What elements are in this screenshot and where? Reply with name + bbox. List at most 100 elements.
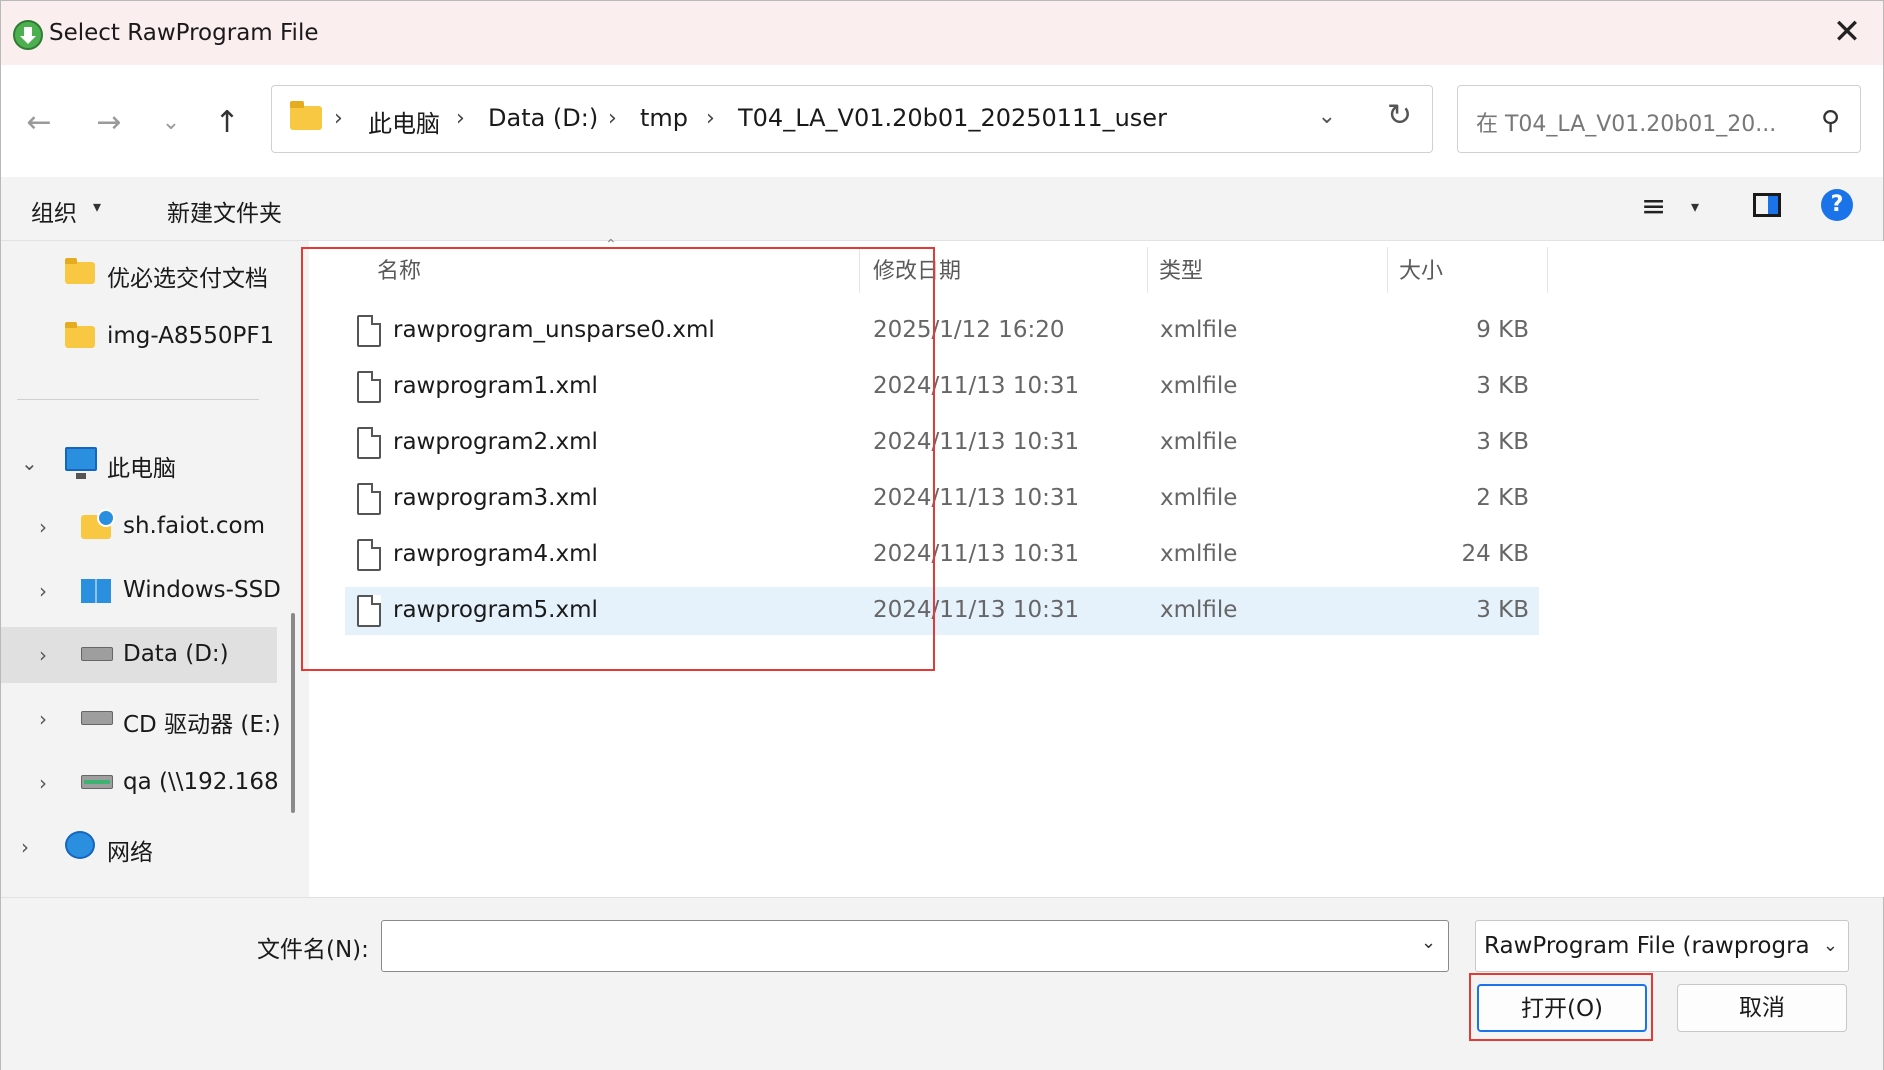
file-row-selected[interactable]: rawprogram5.xml 2024/11/13 10:31 xmlfile…: [345, 587, 1539, 635]
sidebar-item-label: CD 驱动器 (E:): [123, 712, 281, 738]
organize-menu[interactable]: 组织: [31, 194, 77, 228]
column-divider[interactable]: [859, 247, 860, 293]
column-divider[interactable]: [1547, 247, 1548, 293]
file-date: 2024/11/13 10:31: [873, 429, 1080, 455]
file-date: 2024/11/13 10:31: [873, 485, 1080, 511]
file-icon: [357, 371, 381, 403]
toolbar: 组织 ▾ 新建文件夹 ≡ ▾ ?: [1, 177, 1883, 241]
preview-pane-icon[interactable]: [1753, 193, 1781, 217]
sidebar-item-cd-drive[interactable]: › CD 驱动器 (E:): [1, 691, 281, 747]
drive-icon: [81, 647, 113, 661]
file-date: 2025/1/12 16:20: [873, 317, 1065, 343]
column-divider[interactable]: [1147, 247, 1148, 293]
column-header-date[interactable]: 修改日期: [873, 253, 961, 285]
help-icon[interactable]: ?: [1821, 189, 1853, 221]
chevron-down-icon[interactable]: ▾: [1691, 197, 1699, 216]
back-button[interactable]: ←: [17, 101, 61, 145]
file-size: 9 KB: [1476, 317, 1529, 343]
sidebar-item-network[interactable]: › 网络: [1, 819, 277, 875]
search-box[interactable]: 在 T04_LA_V01.20b01_20... ⚲: [1457, 85, 1861, 153]
chevron-right-icon[interactable]: ›: [39, 579, 47, 603]
sidebar-item-data-d[interactable]: › Data (D:): [1, 627, 277, 683]
sidebar-item-label: Data (D:): [123, 641, 229, 667]
file-type-filter-value: RawProgram File (rawprogram*.xml): [1484, 933, 1810, 959]
breadcrumb-this-pc[interactable]: 此电脑: [368, 104, 440, 139]
chevron-right-icon[interactable]: ›: [21, 835, 29, 859]
file-icon: [357, 595, 381, 627]
navigation-bar: ← → ⌄ ↑ › 此电脑 › Data (D:) › tmp › T04_LA…: [1, 65, 1883, 177]
file-dialog: Select RawProgram File ✕ ← → ⌄ ↑ › 此电脑 ›…: [0, 0, 1884, 1070]
column-header-size[interactable]: 大小: [1399, 253, 1443, 285]
chevron-down-icon[interactable]: ⌄: [21, 451, 38, 475]
sidebar-divider: [17, 399, 259, 400]
open-button[interactable]: 打开(O): [1477, 984, 1647, 1032]
breadcrumb-separator: ›: [706, 106, 715, 131]
file-type: xmlfile: [1160, 373, 1238, 399]
chevron-right-icon[interactable]: ›: [39, 515, 47, 539]
file-name: rawprogram3.xml: [393, 485, 598, 511]
file-size: 3 KB: [1476, 429, 1529, 455]
column-header-type[interactable]: 类型: [1159, 253, 1203, 285]
recent-locations-button[interactable]: ⌄: [149, 101, 193, 145]
column-divider[interactable]: [1387, 247, 1388, 293]
sidebar-item-quick-folder-1[interactable]: 优必选交付文档: [1, 245, 277, 301]
folder-icon: [65, 322, 95, 348]
file-row[interactable]: rawprogram2.xml 2024/11/13 10:31 xmlfile…: [345, 419, 1539, 467]
dialog-title: Select RawProgram File: [49, 20, 319, 46]
chevron-right-icon[interactable]: ›: [39, 707, 47, 731]
file-name: rawprogram2.xml: [393, 429, 598, 455]
sidebar-item-label: 优必选交付文档: [107, 266, 268, 292]
file-date: 2024/11/13 10:31: [873, 597, 1080, 623]
file-size: 24 KB: [1461, 541, 1529, 567]
filename-input[interactable]: [381, 920, 1449, 972]
file-size: 3 KB: [1476, 373, 1529, 399]
folder-icon: [290, 101, 322, 130]
sidebar-item-sh-faiot[interactable]: › sh.faiot.com: [1, 499, 277, 555]
sidebar-item-this-pc[interactable]: ⌄ 此电脑: [1, 435, 277, 491]
chevron-down-icon[interactable]: ▾: [93, 197, 101, 216]
up-button[interactable]: ↑: [205, 101, 249, 145]
search-icon[interactable]: ⚲: [1821, 106, 1840, 136]
forward-button[interactable]: →: [87, 101, 131, 145]
cancel-button[interactable]: 取消: [1677, 984, 1847, 1032]
chevron-down-icon[interactable]: ⌄: [1823, 935, 1838, 956]
sidebar-item-label: Windows-SSD: [123, 577, 281, 603]
chevron-right-icon[interactable]: ›: [39, 643, 47, 667]
address-history-dropdown[interactable]: ⌄: [1318, 104, 1336, 129]
file-type-filter[interactable]: RawProgram File (rawprogram*.xml) ⌄: [1475, 920, 1849, 972]
breadcrumb-data-d[interactable]: Data (D:): [488, 104, 598, 132]
file-row[interactable]: rawprogram4.xml 2024/11/13 10:31 xmlfile…: [345, 531, 1539, 579]
file-icon: [357, 539, 381, 571]
chevron-down-icon[interactable]: ⌄: [1421, 932, 1436, 953]
sidebar-item-quick-folder-2[interactable]: img-A8550PF1: [1, 309, 277, 365]
sidebar-item-label: 此电脑: [107, 456, 176, 482]
breadcrumb-tmp[interactable]: tmp: [640, 104, 688, 132]
sidebar-item-qa-share[interactable]: › qa (\\192.168: [1, 755, 279, 811]
file-row[interactable]: rawprogram1.xml 2024/11/13 10:31 xmlfile…: [345, 363, 1539, 411]
file-row[interactable]: rawprogram3.xml 2024/11/13 10:31 xmlfile…: [345, 475, 1539, 523]
sidebar-item-label: img-A8550PF1: [107, 323, 275, 349]
new-folder-button[interactable]: 新建文件夹: [167, 194, 282, 228]
file-type: xmlfile: [1160, 597, 1238, 623]
file-row[interactable]: rawprogram_unsparse0.xml 2025/1/12 16:20…: [345, 307, 1539, 355]
sidebar-item-windows-ssd[interactable]: › Windows-SSD: [1, 563, 281, 619]
refresh-icon[interactable]: ↻: [1387, 98, 1412, 133]
column-header-name[interactable]: 名称: [377, 253, 421, 285]
network-share-icon: [81, 775, 113, 789]
chevron-right-icon[interactable]: ›: [39, 771, 47, 795]
sidebar-item-label: sh.faiot.com: [123, 513, 265, 539]
file-size: 3 KB: [1476, 597, 1529, 623]
file-icon: [357, 315, 381, 347]
address-bar[interactable]: › 此电脑 › Data (D:) › tmp › T04_LA_V01.20b…: [271, 85, 1433, 153]
network-icon: [65, 831, 95, 859]
sidebar-scrollbar[interactable]: [291, 613, 295, 813]
close-button[interactable]: ✕: [1829, 15, 1865, 51]
title-bar: Select RawProgram File ✕: [1, 1, 1883, 65]
file-name: rawprogram1.xml: [393, 373, 598, 399]
folder-icon: [65, 258, 95, 284]
view-options-icon[interactable]: ≡: [1641, 189, 1666, 224]
breadcrumb-current-folder[interactable]: T04_LA_V01.20b01_20250111_user: [738, 104, 1167, 132]
file-size: 2 KB: [1476, 485, 1529, 511]
sort-ascending-icon: ⌃: [605, 237, 617, 253]
download-icon: [13, 20, 43, 50]
